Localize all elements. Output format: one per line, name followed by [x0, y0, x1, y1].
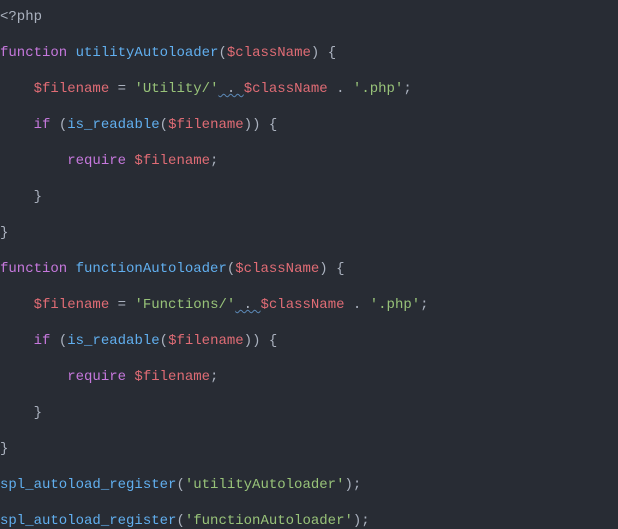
code-line: spl_autoload_register('utilityAutoloader…: [0, 476, 618, 494]
var-filename: $filename: [126, 369, 210, 385]
brace-close: }: [0, 225, 8, 241]
fn-spl-autoload-register: spl_autoload_register: [0, 477, 176, 493]
string-literal: 'Utility/': [134, 81, 218, 97]
brace-close: }: [34, 189, 42, 205]
code-editor[interactable]: <?php function utilityAutoloader($classN…: [0, 0, 618, 529]
code-line: if (is_readable($filename)) {: [0, 116, 618, 134]
code-line: $filename = 'Functions/' . $className . …: [0, 296, 618, 314]
blank-line: [0, 26, 618, 44]
string-literal: 'Functions/': [134, 297, 235, 313]
param-var: $className: [227, 45, 311, 61]
blank-line: [0, 62, 618, 80]
var-filename: $filename: [126, 153, 210, 169]
code-line: <?php: [0, 8, 618, 26]
code-line: }: [0, 188, 618, 206]
string-literal: '.php': [353, 81, 403, 97]
concat-operator: .: [235, 297, 260, 313]
blank-line: [0, 494, 618, 512]
code-line: require $filename;: [0, 152, 618, 170]
blank-line: [0, 206, 618, 224]
fn-is-readable: is_readable: [67, 333, 159, 349]
code-line: function functionAutoloader($className) …: [0, 260, 618, 278]
fn-is-readable: is_readable: [67, 117, 159, 133]
code-line: if (is_readable($filename)) {: [0, 332, 618, 350]
blank-line: [0, 458, 618, 476]
blank-line: [0, 386, 618, 404]
keyword-if: if: [34, 333, 51, 349]
code-line: }: [0, 404, 618, 422]
var-filename: $filename: [34, 81, 110, 97]
var-filename: $filename: [168, 333, 244, 349]
php-open-tag: <?php: [0, 9, 42, 25]
blank-line: [0, 170, 618, 188]
function-name: utilityAutoloader: [76, 45, 219, 61]
var-filename: $filename: [168, 117, 244, 133]
blank-line: [0, 314, 618, 332]
string-literal: 'utilityAutoloader': [185, 477, 345, 493]
param-var: $className: [235, 261, 319, 277]
keyword-require: require: [67, 369, 126, 385]
concat-operator: .: [218, 81, 243, 97]
blank-line: [0, 242, 618, 260]
keyword-function: function: [0, 45, 67, 61]
blank-line: [0, 278, 618, 296]
keyword-if: if: [34, 117, 51, 133]
blank-line: [0, 134, 618, 152]
code-line: $filename = 'Utility/' . $className . '.…: [0, 80, 618, 98]
string-literal: 'functionAutoloader': [185, 513, 353, 529]
keyword-require: require: [67, 153, 126, 169]
function-name: functionAutoloader: [76, 261, 227, 277]
blank-line: [0, 422, 618, 440]
blank-line: [0, 350, 618, 368]
var-classname: $className: [261, 297, 345, 313]
var-classname: $className: [244, 81, 328, 97]
keyword-function: function: [0, 261, 67, 277]
brace-close: }: [0, 441, 8, 457]
code-line: spl_autoload_register('functionAutoloade…: [0, 512, 618, 529]
string-literal: '.php': [370, 297, 420, 313]
code-line: require $filename;: [0, 368, 618, 386]
blank-line: [0, 98, 618, 116]
code-line: }: [0, 224, 618, 242]
var-filename: $filename: [34, 297, 110, 313]
code-line: function utilityAutoloader($className) {: [0, 44, 618, 62]
fn-spl-autoload-register: spl_autoload_register: [0, 513, 176, 529]
brace-close: }: [34, 405, 42, 421]
code-line: }: [0, 440, 618, 458]
